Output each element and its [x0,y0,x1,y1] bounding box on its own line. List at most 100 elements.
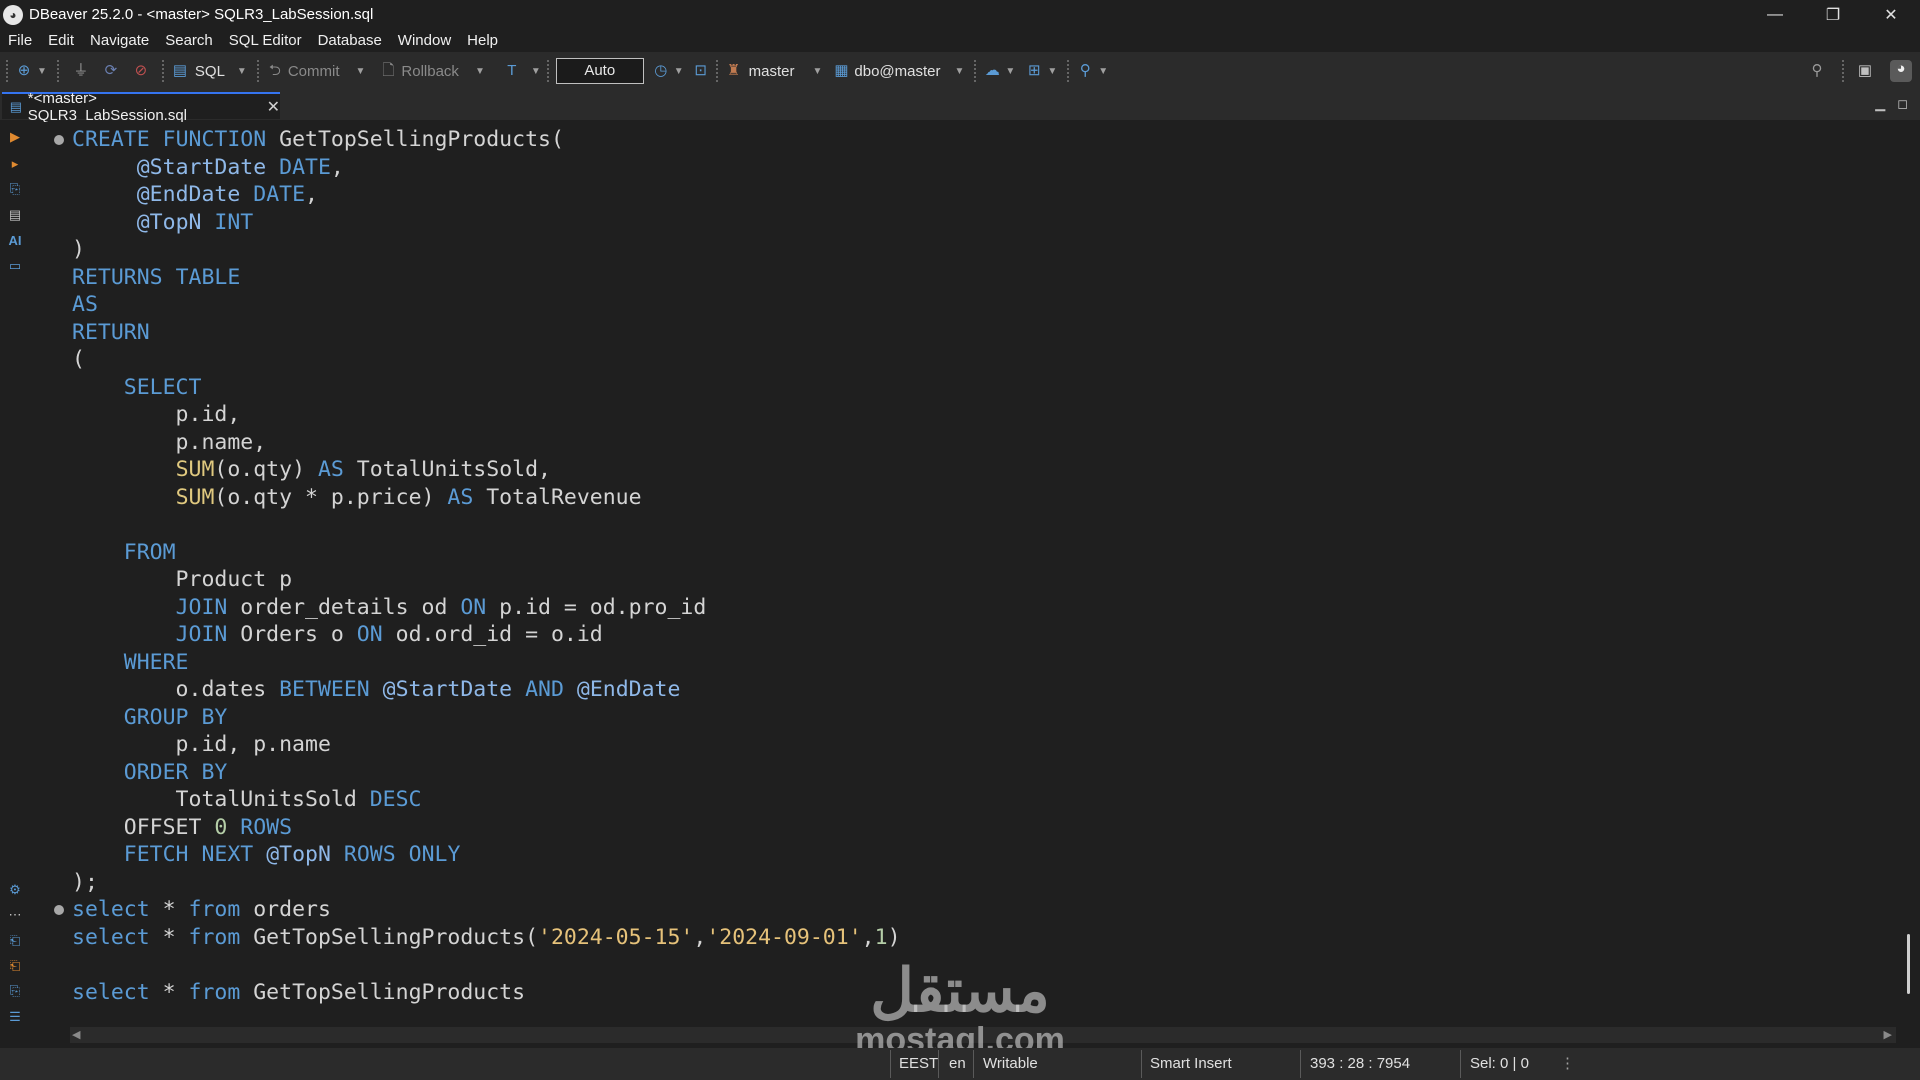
schema-icon: ▦ [834,62,849,79]
code-line[interactable]: RETURN [72,319,150,347]
code-line[interactable]: ( [72,346,85,374]
scroll-left-icon[interactable]: ◀ [72,1027,80,1043]
transaction-mode-field[interactable]: Auto [555,58,644,84]
close-window-button[interactable]: ✕ [1862,0,1920,29]
reconnect-icon[interactable]: ⟳ [102,62,120,80]
history-icon[interactable]: ◷ [652,62,670,80]
output-icon[interactable]: ⊞ [1025,62,1043,80]
code-line[interactable]: JOIN Orders o ON od.ord_id = o.id [72,621,603,649]
disconnect-icon[interactable]: ⊘ [132,62,150,80]
lock-icon[interactable]: ⊡ [692,62,710,80]
rollback-button[interactable]: 🗋 Rollback ▼ [379,56,488,86]
restore-button[interactable]: ❐ [1804,0,1862,29]
code-line[interactable]: select * from GetTopSellingProducts('202… [72,924,901,952]
code-line[interactable]: o.dates BETWEEN @StartDate AND @EndDate [72,676,681,704]
chevron-down-icon[interactable]: ▼ [813,66,823,77]
outline-icon[interactable]: ☰ [6,1008,24,1026]
chevron-down-icon[interactable]: ▼ [1005,66,1015,77]
chevron-down-icon[interactable]: ▼ [237,66,247,77]
transaction-mode-icon[interactable]: T [503,62,521,80]
code-line[interactable]: Product p [72,566,293,594]
fold-marker[interactable] [54,905,64,915]
cloud-icon[interactable]: ☁ [983,62,1001,80]
code-line[interactable]: RETURNS TABLE [72,264,240,292]
code-line[interactable]: select * from orders [72,896,331,924]
sql-editor[interactable]: CREATE FUNCTION GetTopSellingProducts( @… [28,122,1896,1026]
menu-search[interactable]: Search [157,29,221,52]
code-line[interactable]: FETCH NEXT @TopN ROWS ONLY [72,841,461,869]
search-icon[interactable]: ⚲ [1808,62,1826,80]
save-script-icon[interactable]: ⎘ [6,982,24,1000]
settings-icon[interactable]: ⚙ [6,881,24,899]
code-line[interactable]: OFFSET 0 ROWS [72,814,292,842]
problems-icon[interactable]: ⎗ [6,957,24,975]
find-icon[interactable]: ⚲ [1076,62,1094,80]
code-line[interactable]: JOIN order_details od ON p.id = od.pro_i… [72,594,707,622]
ai-assistant-icon[interactable]: AI [6,232,24,250]
code-line[interactable]: CREATE FUNCTION GetTopSellingProducts( [72,126,564,154]
chevron-down-icon[interactable]: ▼ [356,66,366,77]
menu-window[interactable]: Window [390,29,459,52]
load-script-icon[interactable]: ⎗ [6,932,24,950]
code-line[interactable]: AS [72,291,98,319]
chevron-down-icon[interactable]: ▼ [955,66,965,77]
chevron-down-icon[interactable]: ▼ [475,66,485,77]
minimize-view-icon[interactable]: ▁ [1875,96,1885,112]
code-line[interactable]: ) [72,236,85,264]
menu-sql-editor[interactable]: SQL Editor [221,29,310,52]
status-insert-mode[interactable]: Smart Insert [1150,1048,1232,1080]
chevron-down-icon[interactable]: ▼ [37,66,47,77]
fold-marker[interactable] [54,135,64,145]
new-connection-button[interactable]: ⊕ ▼ [15,56,51,86]
explain-plan-icon[interactable]: ▤ [6,206,24,224]
schema-selector[interactable]: ▦ dbo@master ▼ [832,56,968,86]
more-icon[interactable]: ⋯ [6,906,24,924]
code-line[interactable]: ); [72,869,98,897]
code-line[interactable]: @StartDate DATE, [72,154,344,182]
code-line[interactable]: select * from GetTopSellingProducts [72,979,525,1007]
code-line[interactable]: SELECT [72,374,202,402]
menu-navigate[interactable]: Navigate [82,29,157,52]
execute-statement-icon[interactable]: ▶ [6,128,24,146]
terminal-icon[interactable]: ▭ [6,257,24,275]
connect-icon[interactable]: ⏚ [72,62,90,80]
code-line[interactable]: ORDER BY [72,759,228,787]
code-line[interactable]: @TopN INT [72,209,254,237]
menu-help[interactable]: Help [459,29,506,52]
datasource-selector[interactable]: ♜ master ▼ [725,56,827,86]
commit-button[interactable]: ⮌ Commit ▼ [266,56,370,86]
menu-file[interactable]: File [0,29,40,52]
view-controls: ▁ ◻ [1875,96,1908,112]
chevron-down-icon[interactable]: ▼ [531,66,541,77]
chevron-down-icon[interactable]: ▼ [674,66,684,77]
code-line[interactable]: SUM(o.qty * p.price) AS TotalRevenue [72,484,642,512]
code-line[interactable]: p.id, p.name [72,731,331,759]
status-cursor-position[interactable]: 393 : 28 : 7954 [1310,1048,1410,1080]
code-line[interactable]: TotalUnitsSold DESC [72,786,422,814]
minimize-button[interactable]: — [1746,0,1804,29]
code-line[interactable]: GROUP BY [72,704,228,732]
code-line[interactable]: @EndDate DATE, [72,181,318,209]
code-line[interactable]: p.name, [72,429,267,457]
status-menu-icon[interactable]: ⋮ [1560,1048,1575,1080]
close-tab-button[interactable]: ✕ [267,97,280,117]
code-line[interactable]: WHERE [72,649,189,677]
dbeaver-perspective-icon[interactable]: ◕ [1890,60,1912,82]
code-line[interactable]: p.id, [72,401,241,429]
code-line[interactable]: SUM(o.qty) AS TotalUnitsSold, [72,456,551,484]
code-line[interactable]: FROM [72,539,176,567]
chevron-down-icon[interactable]: ▼ [1047,66,1057,77]
chevron-down-icon[interactable]: ▼ [1098,66,1108,77]
perspective-icon[interactable]: ▣ [1856,62,1874,80]
vertical-scrollbar-thumb[interactable] [1907,934,1910,994]
vertical-scrollbar[interactable] [1900,124,1912,1024]
sql-editor-button[interactable]: ▤ SQL ▼ [171,56,251,86]
editor-tab[interactable]: ▤ *<master> SQLR3_LabSession.sql ✕ [2,90,280,124]
status-mode: Writable [983,1055,1038,1072]
menu-database[interactable]: Database [310,29,390,52]
scroll-right-icon[interactable]: ▶ [1884,1027,1892,1043]
execute-in-new-tab-icon[interactable]: ▸ [6,155,24,173]
maximize-view-icon[interactable]: ◻ [1897,96,1908,112]
execute-script-icon[interactable]: ⎘ [6,180,24,198]
menu-edit[interactable]: Edit [40,29,82,52]
